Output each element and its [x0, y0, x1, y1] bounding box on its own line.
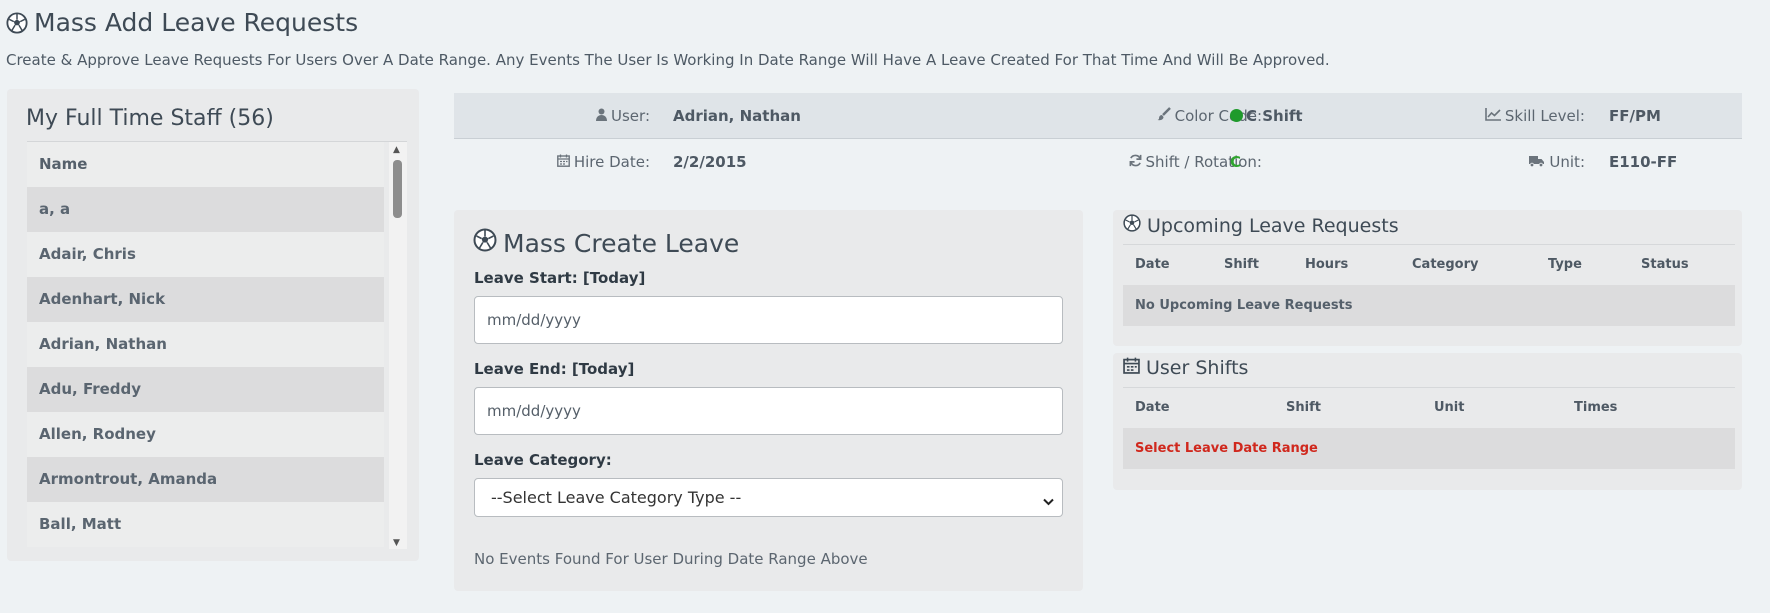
column-header: Date — [1135, 257, 1170, 272]
paintbrush-icon — [1157, 93, 1171, 139]
staff-row[interactable]: Adrian, Nathan — [27, 322, 384, 367]
user-shifts-title: User Shifts — [1123, 357, 1248, 379]
shifts-table-header: Date Shift Unit Times — [1123, 387, 1735, 427]
user-value: Adrian, Nathan — [673, 107, 801, 125]
refresh-icon — [1129, 139, 1142, 185]
staff-scrollbar[interactable]: ▲ ▼ — [389, 142, 407, 549]
user-info-row: Hire Date: 2/2/2015 Shift / Rotation: C … — [454, 139, 1742, 185]
chevron-down-icon — [1043, 491, 1054, 510]
scroll-down-icon[interactable]: ▼ — [393, 538, 400, 548]
user-info: User: Adrian, Nathan Color Code: C Shift… — [454, 93, 1742, 185]
shift-rotation-value: C — [1230, 153, 1242, 171]
staff-title: My Full Time Staff (56) — [26, 106, 274, 131]
color-code-value: C Shift — [1230, 93, 1303, 139]
upcoming-leave-title: Upcoming Leave Requests — [1123, 214, 1399, 237]
soccer-ball-icon — [1123, 214, 1141, 237]
page-title-text: Mass Add Leave Requests — [34, 8, 359, 37]
staff-row[interactable]: Armontrout, Amanda — [27, 457, 384, 502]
unit-label: Unit: — [1454, 139, 1585, 185]
hire-date-value: 2/2/2015 — [673, 153, 747, 171]
staff-panel: My Full Time Staff (56) Name a, a Adair,… — [7, 89, 419, 561]
calendar-icon — [1123, 357, 1140, 379]
soccer-ball-icon — [473, 228, 497, 258]
column-header: Shift — [1286, 400, 1321, 415]
scroll-thumb[interactable] — [393, 160, 402, 218]
column-header: Type — [1548, 257, 1582, 272]
staff-row[interactable]: Ball, Matt — [27, 502, 384, 547]
page-title: Mass Add Leave Requests — [6, 8, 358, 37]
no-events-message: No Events Found For User During Date Ran… — [474, 550, 868, 568]
staff-column-header[interactable]: Name — [27, 142, 384, 187]
leave-end-input[interactable] — [474, 387, 1063, 435]
leave-start-label: Leave Start: [Today] — [474, 269, 646, 287]
skill-level-label: Skill Level: — [1454, 93, 1585, 139]
user-icon — [596, 93, 608, 139]
mass-create-title: Mass Create Leave — [473, 228, 739, 258]
staff-row[interactable]: Adenhart, Nick — [27, 277, 384, 322]
column-header: Date — [1135, 400, 1170, 415]
user-info-row: User: Adrian, Nathan Color Code: C Shift… — [454, 93, 1742, 139]
column-header: Category — [1412, 257, 1479, 272]
leave-category-label: Leave Category: — [474, 451, 612, 469]
upcoming-empty-message: No Upcoming Leave Requests — [1123, 285, 1735, 326]
column-header: Unit — [1434, 400, 1465, 415]
unit-value: E110-FF — [1609, 153, 1678, 171]
skill-level-value: FF/PM — [1609, 107, 1661, 125]
page-header: Mass Add Leave Requests — [6, 8, 358, 37]
color-dot — [1230, 109, 1243, 122]
user-shifts-card: User Shifts Date Shift Unit Times Select… — [1113, 353, 1742, 490]
user-label: User: — [454, 93, 650, 139]
staff-row[interactable]: Adu, Freddy — [27, 367, 384, 412]
staff-list[interactable]: Name a, a Adair, Chris Adenhart, Nick Ad… — [27, 141, 407, 549]
column-header: Hours — [1305, 257, 1349, 272]
column-header: Shift — [1224, 257, 1259, 272]
shifts-empty-message: Select Leave Date Range — [1123, 428, 1735, 469]
truck-icon — [1528, 139, 1545, 185]
hire-date-label: Hire Date: — [454, 139, 650, 185]
leave-category-value: --Select Leave Category Type -- — [491, 488, 742, 507]
soccer-ball-icon — [6, 11, 28, 34]
scroll-up-icon[interactable]: ▲ — [393, 145, 400, 155]
upcoming-leave-card: Upcoming Leave Requests Date Shift Hours… — [1113, 210, 1742, 346]
page-subtitle: Create & Approve Leave Requests For User… — [6, 51, 1330, 69]
staff-row[interactable]: Adair, Chris — [27, 232, 384, 277]
staff-row[interactable]: Allen, Rodney — [27, 412, 384, 457]
column-header: Times — [1574, 400, 1618, 415]
line-chart-icon — [1485, 93, 1501, 139]
leave-end-label: Leave End: [Today] — [474, 360, 635, 378]
column-header: Status — [1641, 257, 1689, 272]
mass-create-card: Mass Create Leave Leave Start: [Today] L… — [454, 210, 1083, 591]
leave-start-input[interactable] — [474, 296, 1063, 344]
leave-category-select[interactable]: --Select Leave Category Type -- — [474, 478, 1063, 517]
staff-row[interactable]: a, a — [27, 187, 384, 232]
upcoming-table-header: Date Shift Hours Category Type Status — [1123, 244, 1735, 284]
calendar-icon — [556, 139, 570, 185]
